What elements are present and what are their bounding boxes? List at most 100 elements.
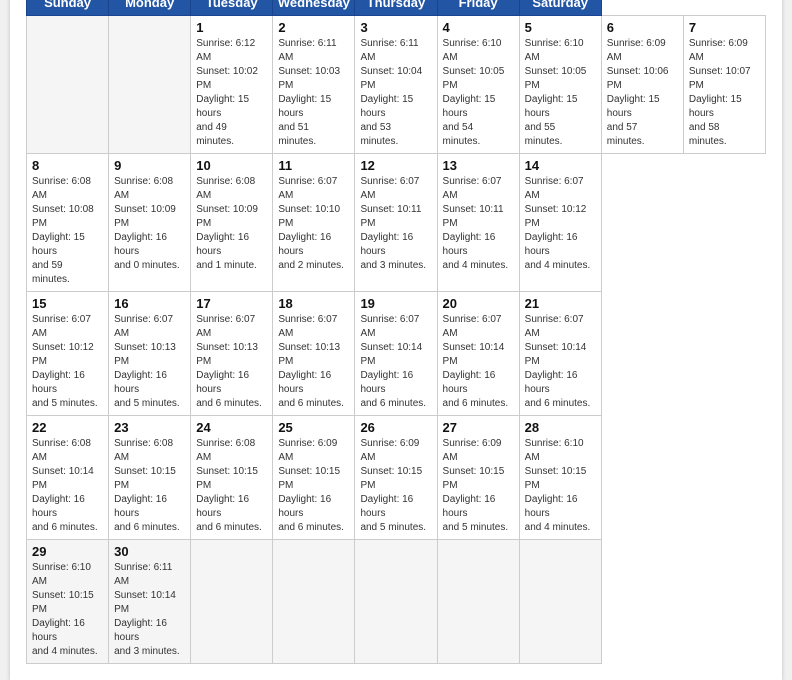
day-info: Sunrise: 6:10 AMSunset: 10:05 PMDaylight… xyxy=(443,37,514,149)
day-info: Sunrise: 6:08 AMSunset: 10:15 PMDaylight… xyxy=(196,437,267,535)
calendar-day-cell: 10 Sunrise: 6:08 AMSunset: 10:09 PMDaylig… xyxy=(191,153,273,291)
weekday-header: Monday xyxy=(109,0,191,15)
day-number: 9 xyxy=(114,158,185,173)
day-number: 5 xyxy=(525,20,596,35)
calendar-day-cell: 27 Sunrise: 6:09 AMSunset: 10:15 PMDaylig… xyxy=(437,415,519,539)
calendar-day-cell: 26Sunrise: 6:09 AMSunset: 10:15 PMDaylig… xyxy=(355,415,437,539)
calendar-day-cell: 1 Sunrise: 6:12 AMSunset: 10:02 PMDayligh… xyxy=(191,15,273,153)
calendar-day-cell: 24Sunrise: 6:08 AMSunset: 10:15 PMDaylig… xyxy=(191,415,273,539)
calendar-container: SundayMondayTuesdayWednesdayThursdayFrid… xyxy=(10,0,782,680)
day-info: Sunrise: 6:07 AMSunset: 10:13 PMDaylight… xyxy=(196,313,267,411)
calendar-week-row: 22 Sunrise: 6:08 AMSunset: 10:14 PMDaylig… xyxy=(27,415,766,539)
day-number: 21 xyxy=(525,296,596,311)
weekday-header: Sunday xyxy=(27,0,109,15)
calendar-day-cell: 12 Sunrise: 6:07 AMSunset: 10:11 PMDaylig… xyxy=(355,153,437,291)
day-number: 19 xyxy=(360,296,431,311)
calendar-day-cell: 14 Sunrise: 6:07 AMSunset: 10:12 PMDaylig… xyxy=(519,153,601,291)
day-number: 7 xyxy=(689,20,760,35)
calendar-day-cell: 28 Sunrise: 6:10 AMSunset: 10:15 PMDaylig… xyxy=(519,415,601,539)
day-info: Sunrise: 6:07 AMSunset: 10:10 PMDaylight… xyxy=(278,175,349,273)
calendar-day-cell: 17 Sunrise: 6:07 AMSunset: 10:13 PMDaylig… xyxy=(191,291,273,415)
day-info: Sunrise: 6:07 AMSunset: 10:13 PMDaylight… xyxy=(278,313,349,411)
day-number: 1 xyxy=(196,20,267,35)
calendar-day-cell: 5Sunrise: 6:10 AMSunset: 10:05 PMDayligh… xyxy=(519,15,601,153)
calendar-day-cell: 3 Sunrise: 6:11 AMSunset: 10:04 PMDayligh… xyxy=(355,15,437,153)
day-info: Sunrise: 6:07 AMSunset: 10:12 PMDaylight… xyxy=(32,313,103,411)
calendar-body: 1 Sunrise: 6:12 AMSunset: 10:02 PMDayligh… xyxy=(27,15,766,663)
day-number: 29 xyxy=(32,544,103,559)
calendar-day-cell: 16Sunrise: 6:07 AMSunset: 10:13 PMDaylig… xyxy=(109,291,191,415)
day-number: 12 xyxy=(360,158,431,173)
day-number: 8 xyxy=(32,158,103,173)
day-number: 13 xyxy=(443,158,514,173)
weekday-header: Saturday xyxy=(519,0,601,15)
day-number: 6 xyxy=(607,20,678,35)
day-info: Sunrise: 6:10 AMSunset: 10:15 PMDaylight… xyxy=(525,437,596,535)
calendar-day-cell xyxy=(273,539,355,663)
day-info: Sunrise: 6:12 AMSunset: 10:02 PMDaylight… xyxy=(196,37,267,149)
calendar-day-cell: 20Sunrise: 6:07 AMSunset: 10:14 PMDaylig… xyxy=(437,291,519,415)
empty-cell xyxy=(27,15,109,153)
day-number: 17 xyxy=(196,296,267,311)
calendar-day-cell: 22 Sunrise: 6:08 AMSunset: 10:14 PMDaylig… xyxy=(27,415,109,539)
day-info: Sunrise: 6:08 AMSunset: 10:15 PMDaylight… xyxy=(114,437,185,535)
weekday-header: Tuesday xyxy=(191,0,273,15)
calendar-day-cell xyxy=(191,539,273,663)
day-info: Sunrise: 6:08 AMSunset: 10:09 PMDaylight… xyxy=(114,175,185,273)
weekday-header: Wednesday xyxy=(273,0,355,15)
day-number: 14 xyxy=(525,158,596,173)
calendar-day-cell: 2 Sunrise: 6:11 AMSunset: 10:03 PMDayligh… xyxy=(273,15,355,153)
calendar-week-row: 8 Sunrise: 6:08 AMSunset: 10:08 PMDayligh… xyxy=(27,153,766,291)
calendar-table: SundayMondayTuesdayWednesdayThursdayFrid… xyxy=(26,0,766,664)
calendar-day-cell xyxy=(355,539,437,663)
day-number: 10 xyxy=(196,158,267,173)
day-number: 27 xyxy=(443,420,514,435)
day-info: Sunrise: 6:07 AMSunset: 10:14 PMDaylight… xyxy=(360,313,431,411)
calendar-week-row: 29Sunrise: 6:10 AMSunset: 10:15 PMDaylig… xyxy=(27,539,766,663)
day-info: Sunrise: 6:09 AMSunset: 10:07 PMDaylight… xyxy=(689,37,760,149)
day-info: Sunrise: 6:08 AMSunset: 10:14 PMDaylight… xyxy=(32,437,103,535)
day-info: Sunrise: 6:08 AMSunset: 10:08 PMDaylight… xyxy=(32,175,103,287)
calendar-day-cell: 8 Sunrise: 6:08 AMSunset: 10:08 PMDayligh… xyxy=(27,153,109,291)
calendar-day-cell: 4 Sunrise: 6:10 AMSunset: 10:05 PMDayligh… xyxy=(437,15,519,153)
header-row: SundayMondayTuesdayWednesdayThursdayFrid… xyxy=(27,0,766,15)
weekday-header: Thursday xyxy=(355,0,437,15)
calendar-day-cell: 29Sunrise: 6:10 AMSunset: 10:15 PMDaylig… xyxy=(27,539,109,663)
weekday-header: Friday xyxy=(437,0,519,15)
day-info: Sunrise: 6:09 AMSunset: 10:15 PMDaylight… xyxy=(278,437,349,535)
day-number: 20 xyxy=(443,296,514,311)
calendar-day-cell: 30 Sunrise: 6:11 AMSunset: 10:14 PMDaylig… xyxy=(109,539,191,663)
day-info: Sunrise: 6:07 AMSunset: 10:14 PMDaylight… xyxy=(525,313,596,411)
calendar-day-cell xyxy=(519,539,601,663)
calendar-header: SundayMondayTuesdayWednesdayThursdayFrid… xyxy=(27,0,766,15)
day-number: 11 xyxy=(278,158,349,173)
day-number: 28 xyxy=(525,420,596,435)
day-info: Sunrise: 6:07 AMSunset: 10:12 PMDaylight… xyxy=(525,175,596,273)
day-info: Sunrise: 6:07 AMSunset: 10:13 PMDaylight… xyxy=(114,313,185,411)
day-info: Sunrise: 6:08 AMSunset: 10:09 PMDaylight… xyxy=(196,175,267,273)
calendar-day-cell xyxy=(437,539,519,663)
day-number: 30 xyxy=(114,544,185,559)
day-number: 2 xyxy=(278,20,349,35)
day-info: Sunrise: 6:07 AMSunset: 10:11 PMDaylight… xyxy=(443,175,514,273)
calendar-day-cell: 11 Sunrise: 6:07 AMSunset: 10:10 PMDaylig… xyxy=(273,153,355,291)
calendar-week-row: 1 Sunrise: 6:12 AMSunset: 10:02 PMDayligh… xyxy=(27,15,766,153)
calendar-day-cell: 18 Sunrise: 6:07 AMSunset: 10:13 PMDaylig… xyxy=(273,291,355,415)
day-info: Sunrise: 6:11 AMSunset: 10:03 PMDaylight… xyxy=(278,37,349,149)
calendar-day-cell: 13 Sunrise: 6:07 AMSunset: 10:11 PMDaylig… xyxy=(437,153,519,291)
day-number: 15 xyxy=(32,296,103,311)
day-number: 18 xyxy=(278,296,349,311)
calendar-week-row: 15 Sunrise: 6:07 AMSunset: 10:12 PMDaylig… xyxy=(27,291,766,415)
day-number: 22 xyxy=(32,420,103,435)
day-info: Sunrise: 6:09 AMSunset: 10:15 PMDaylight… xyxy=(443,437,514,535)
calendar-day-cell: 23Sunrise: 6:08 AMSunset: 10:15 PMDaylig… xyxy=(109,415,191,539)
day-info: Sunrise: 6:11 AMSunset: 10:14 PMDaylight… xyxy=(114,561,185,659)
calendar-day-cell: 7 Sunrise: 6:09 AMSunset: 10:07 PMDayligh… xyxy=(683,15,765,153)
day-info: Sunrise: 6:07 AMSunset: 10:11 PMDaylight… xyxy=(360,175,431,273)
day-number: 4 xyxy=(443,20,514,35)
day-info: Sunrise: 6:11 AMSunset: 10:04 PMDaylight… xyxy=(360,37,431,149)
calendar-day-cell: 21 Sunrise: 6:07 AMSunset: 10:14 PMDaylig… xyxy=(519,291,601,415)
day-number: 3 xyxy=(360,20,431,35)
calendar-day-cell: 9 Sunrise: 6:08 AMSunset: 10:09 PMDayligh… xyxy=(109,153,191,291)
day-info: Sunrise: 6:09 AMSunset: 10:15 PMDaylight… xyxy=(360,437,431,535)
